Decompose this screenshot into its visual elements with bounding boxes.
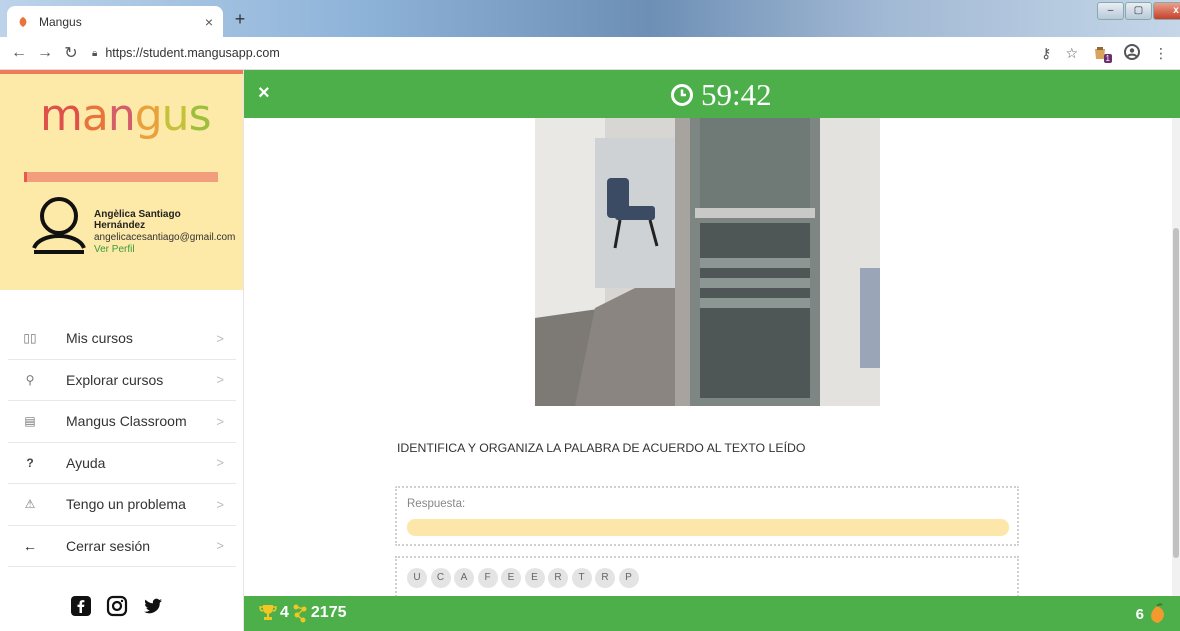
letter-tile[interactable]: U [407, 568, 427, 588]
trophy-icon [259, 605, 277, 620]
chevron-right-icon: > [216, 372, 224, 388]
twitter-icon[interactable] [142, 595, 164, 617]
chevron-right-icon: > [216, 455, 224, 471]
lock-icon: 🔒︎ [92, 47, 98, 59]
sidebar-menu: ▯▯ Mis cursos > ⚲ Explorar cursos > ▤ Ma… [0, 318, 244, 567]
letter-tile[interactable]: E [501, 568, 521, 588]
chevron-right-icon: > [216, 330, 224, 346]
close-window-button[interactable]: x [1153, 2, 1180, 20]
chevron-right-icon: > [216, 538, 224, 554]
points-count: 2175 [310, 604, 347, 621]
letter-tile[interactable]: R [595, 568, 615, 588]
letter-tile[interactable]: F [477, 568, 498, 588]
browser-tabbar: Mangus × + – ▢ x [0, 0, 1180, 37]
window-controls: – ▢ x [1096, 2, 1180, 20]
score-bar: 4 2175 6 [244, 596, 1180, 631]
scrollbar-thumb[interactable] [1173, 228, 1179, 558]
minimize-button[interactable]: – [1097, 2, 1124, 20]
letter-tile[interactable]: R [548, 568, 568, 588]
reload-icon[interactable]: ↻ [58, 43, 84, 63]
instagram-icon[interactable] [106, 595, 128, 617]
close-quiz-icon[interactable]: × [258, 82, 270, 105]
letter-tile[interactable]: C [430, 568, 451, 588]
profile-panel: mangus Angèlica Santiago Hernández angel… [0, 70, 243, 290]
url-field[interactable]: 🔒︎ https://student.mangusapp.com [92, 46, 280, 60]
classroom-icon: ▤ [24, 414, 36, 429]
sidebar-item-label: Mangus Classroom [66, 413, 187, 430]
sidebar: mangus Angèlica Santiago Hernández angel… [0, 70, 244, 631]
letter-tile[interactable]: A [454, 568, 474, 588]
logo-underline-bar [24, 172, 218, 182]
sidebar-item-mis-cursos[interactable]: ▯▯ Mis cursos > [8, 318, 236, 360]
tab-close-icon[interactable]: × [205, 14, 213, 30]
avatar-icon [32, 197, 86, 254]
letters-box: U C A F E E R T R P [395, 556, 1019, 601]
browser-menu-icon[interactable]: ⋮ [1154, 45, 1168, 62]
book-icon: ▯▯ [23, 331, 37, 346]
url-text: https://student.mangusapp.com [105, 46, 280, 60]
facebook-icon[interactable] [70, 595, 92, 617]
extension-badge: 1 [1103, 54, 1112, 63]
tab-title: Mangus [39, 14, 82, 29]
reading-photo [535, 118, 880, 406]
letter-tile[interactable]: P [618, 568, 639, 588]
quiz-content: IDENTIFICA Y ORGANIZA LA PALABRA DE ACUE… [244, 118, 1172, 601]
sidebar-item-tengo-un-problema[interactable]: ⚠ Tengo un problema > [8, 484, 236, 526]
chevron-right-icon: > [216, 496, 224, 512]
letter-tiles: U C A F E E R T R P [407, 568, 639, 588]
chevron-right-icon: > [216, 413, 224, 429]
sidebar-item-label: Ayuda [66, 454, 106, 471]
social-links [70, 595, 164, 617]
sidebar-item-ayuda[interactable]: ? Ayuda > [8, 443, 236, 484]
new-tab-button[interactable]: + [230, 10, 250, 30]
back-arrow-icon[interactable]: ← [6, 44, 32, 62]
points-icon [293, 604, 307, 623]
warning-icon: ⚠ [24, 497, 36, 512]
help-icon: ? [26, 455, 34, 470]
mangus-logo[interactable]: mangus [40, 90, 211, 141]
bookmark-star-icon[interactable]: ☆ [1065, 45, 1078, 62]
logout-icon: ← [23, 537, 37, 554]
sidebar-item-label: Explorar cursos [66, 371, 164, 388]
scrollbar[interactable] [1172, 118, 1180, 596]
mango-icon [1151, 603, 1164, 623]
timer: 59:42 [671, 77, 772, 113]
browser-tab[interactable]: Mangus × [7, 6, 223, 37]
address-bar: ← → ↻ 🔒︎ https://student.mangusapp.com ⚷… [0, 37, 1180, 70]
quiz-header: × 59:42 [244, 70, 1180, 118]
timer-value: 59:42 [701, 77, 772, 112]
sidebar-item-label: Mis cursos [66, 330, 133, 347]
sidebar-item-cerrar-sesion[interactable]: ← Cerrar sesión > [8, 526, 236, 567]
mangus-favicon-icon [19, 16, 27, 27]
question-text: IDENTIFICA Y ORGANIZA LA PALABRA DE ACUE… [397, 441, 806, 455]
search-icon: ⚲ [25, 372, 35, 387]
extension-icon[interactable]: 1 [1092, 45, 1112, 63]
letter-tile[interactable]: E [524, 568, 545, 588]
clock-icon [671, 84, 693, 106]
answer-label: Respuesta: [407, 498, 466, 510]
user-email: angelicacesantiago@gmail.com [94, 232, 236, 243]
account-icon[interactable] [1124, 43, 1140, 63]
key-icon[interactable]: ⚷ [1041, 45, 1051, 62]
letter-tile[interactable]: T [571, 568, 592, 588]
forward-arrow-icon[interactable]: → [32, 44, 58, 62]
sidebar-item-explorar-cursos[interactable]: ⚲ Explorar cursos > [8, 360, 236, 401]
answer-field[interactable] [407, 519, 1009, 536]
maximize-button[interactable]: ▢ [1125, 2, 1152, 20]
user-name: Angèlica Santiago Hernández [94, 209, 181, 231]
mango-count: 6 [1135, 605, 1144, 623]
view-profile-link[interactable]: Ver Perfil [94, 244, 135, 255]
trophy-count: 4 [280, 604, 289, 621]
sidebar-item-mangus-classroom[interactable]: ▤ Mangus Classroom > [8, 401, 236, 443]
answer-box: Respuesta: [395, 486, 1019, 546]
sidebar-item-label: Tengo un problema [66, 496, 186, 513]
sidebar-item-label: Cerrar sesión [66, 537, 151, 554]
